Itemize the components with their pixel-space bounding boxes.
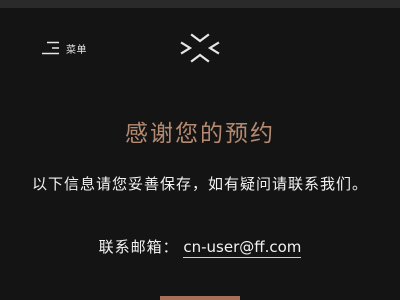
- site-header: 菜单: [0, 8, 400, 88]
- page-title: 感谢您的预约: [125, 121, 275, 147]
- status-bar: [0, 0, 400, 8]
- brand-logo-icon[interactable]: [178, 31, 222, 65]
- page: 菜单 感谢您的预约 以下信息请您妥善保存，如有疑问请联系我们。 联系邮箱： cn…: [0, 0, 400, 300]
- menu-label: 菜单: [66, 44, 87, 56]
- contact-line: 联系邮箱： cn-user@ff.com: [0, 236, 400, 258]
- contact-label: 联系邮箱：: [98, 238, 179, 256]
- notice-text: 以下信息请您妥善保存，如有疑问请联系我们。: [31, 175, 368, 193]
- menu-button[interactable]: 菜单: [40, 37, 87, 59]
- contact-email-link[interactable]: cn-user@ff.com: [183, 238, 302, 258]
- main-content: 感谢您的预约 以下信息请您妥善保存，如有疑问请联系我们。 联系邮箱： cn-us…: [0, 88, 400, 300]
- primary-button[interactable]: [160, 296, 240, 300]
- menu-icon: [40, 41, 60, 55]
